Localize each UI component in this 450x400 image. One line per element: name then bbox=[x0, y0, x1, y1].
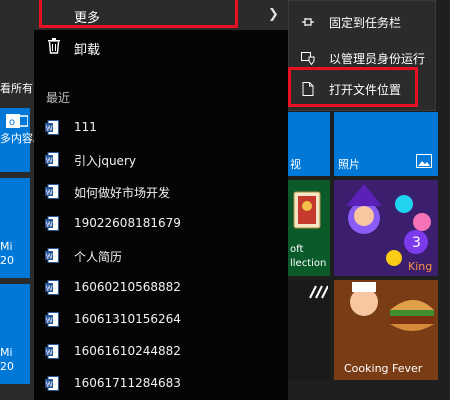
svg-text:W: W bbox=[46, 125, 53, 133]
video-tile-label: 视 bbox=[290, 158, 301, 171]
recent-item[interactable]: W 111 bbox=[34, 113, 288, 143]
run-as-admin-label: 以管理员身份运行 bbox=[329, 52, 426, 66]
solitaire-label-1: oft bbox=[290, 244, 304, 255]
word-document-icon: W bbox=[45, 344, 59, 359]
solitaire-tile[interactable]: oft llection bbox=[288, 180, 330, 276]
recent-item[interactable]: W 16060210568882 bbox=[34, 273, 288, 303]
photos-icon bbox=[416, 154, 432, 168]
video-tile[interactable]: 视 bbox=[288, 112, 330, 176]
blank-tile[interactable] bbox=[288, 280, 330, 380]
tile-label-mi-b: Mi bbox=[0, 346, 13, 359]
chevron-right-icon: ❯ bbox=[268, 7, 279, 22]
svg-text:W: W bbox=[46, 381, 53, 389]
word-document-icon: W bbox=[45, 280, 59, 295]
svg-text:W: W bbox=[46, 189, 53, 197]
photos-tile-label: 照片 bbox=[338, 158, 360, 171]
recent-item-label: 如何做好市场开发 bbox=[74, 186, 171, 200]
recent-item-label: 个人简历 bbox=[74, 250, 123, 264]
context-menu-panel: 更多 ❯ 卸载 最近 W 111 W 引入jquery W 如何做好市场开发 W 190226… bbox=[34, 0, 288, 400]
cooking-fever-label: Cooking Fever bbox=[344, 362, 423, 375]
ms-office-tile-a[interactable]: Mi 20 bbox=[0, 178, 30, 278]
word-document-icon: W bbox=[45, 152, 59, 167]
recent-item[interactable]: W 16061310156264 bbox=[34, 305, 288, 335]
tile-label-mi-a: Mi bbox=[0, 240, 13, 253]
outlook-icon: o bbox=[6, 114, 28, 128]
recent-item-label: 引入jquery bbox=[74, 154, 136, 168]
recent-item-label: 16061310156264 bbox=[74, 312, 181, 326]
svg-text:W: W bbox=[46, 157, 53, 165]
tile-label-num-b: 20 bbox=[0, 360, 14, 373]
pin-icon bbox=[302, 18, 314, 26]
svg-text:o: o bbox=[9, 117, 15, 128]
cooking-fever-art bbox=[350, 282, 434, 331]
start-menu-left-tiles: 看所有 o 多内容。 Mi 20 Mi 20 bbox=[0, 0, 34, 400]
cooking-fever-tile[interactable]: Cooking Fever bbox=[334, 280, 438, 380]
recent-item-label: 111 bbox=[74, 120, 97, 134]
recent-item[interactable]: W 如何做好市场开发 bbox=[34, 177, 288, 207]
trash-icon bbox=[48, 38, 60, 54]
photos-tile[interactable]: 照片 bbox=[334, 112, 438, 176]
svg-text:3: 3 bbox=[412, 235, 421, 251]
recent-item-label: 16061711284683 bbox=[74, 376, 181, 390]
bubble-witch-tile[interactable]: 3 King bbox=[334, 180, 438, 276]
recent-item[interactable]: W 16061610244882 bbox=[34, 337, 288, 367]
bubble-witch-art: 3 King bbox=[346, 184, 432, 273]
svg-text:W: W bbox=[46, 221, 53, 229]
recent-item-label: 16060210568882 bbox=[74, 280, 181, 294]
word-document-icon: W bbox=[45, 184, 59, 199]
mail-tile[interactable]: o 多内容。 bbox=[0, 108, 34, 172]
recent-item-label: 19022608181679 bbox=[74, 216, 181, 230]
word-document-icon: W bbox=[45, 120, 59, 135]
shield-icon bbox=[301, 52, 315, 65]
word-document-icon: W bbox=[45, 312, 59, 327]
recent-item[interactable]: W 个人简历 bbox=[34, 241, 288, 271]
cards-icon bbox=[293, 191, 321, 229]
tile-text-see-all: 看所有 bbox=[0, 82, 33, 95]
highlight-open-file-location bbox=[288, 67, 418, 107]
recent-item[interactable]: W 16061711284683 bbox=[34, 369, 288, 399]
svg-text:W: W bbox=[46, 317, 53, 325]
brand-icon bbox=[309, 285, 328, 299]
highlight-more bbox=[39, 0, 238, 28]
tile-label-num-a: 20 bbox=[0, 254, 14, 267]
word-document-icon: W bbox=[45, 216, 59, 231]
tile-text-more-content: 多内容。 bbox=[0, 132, 34, 145]
uninstall-label: 卸载 bbox=[74, 43, 101, 58]
svg-text:W: W bbox=[46, 285, 53, 293]
svg-text:King: King bbox=[408, 260, 432, 273]
word-document-icon: W bbox=[45, 248, 59, 263]
recent-item-label: 16061610244882 bbox=[74, 344, 181, 358]
recent-item[interactable]: W 19022608181679 bbox=[34, 209, 288, 239]
svg-text:W: W bbox=[46, 349, 53, 357]
solitaire-label-2: llection bbox=[290, 258, 327, 269]
recent-section-title: 最近 bbox=[46, 91, 71, 105]
ms-office-tile-b[interactable]: Mi 20 bbox=[0, 284, 30, 384]
pin-to-taskbar-item[interactable]: 固定到任务栏 bbox=[289, 7, 437, 37]
svg-text:W: W bbox=[46, 253, 53, 261]
pin-to-taskbar-label: 固定到任务栏 bbox=[329, 16, 402, 30]
recent-item[interactable]: W 引入jquery bbox=[34, 145, 288, 175]
uninstall-menu-item[interactable]: 卸载 bbox=[34, 32, 288, 62]
word-document-icon: W bbox=[45, 376, 59, 391]
